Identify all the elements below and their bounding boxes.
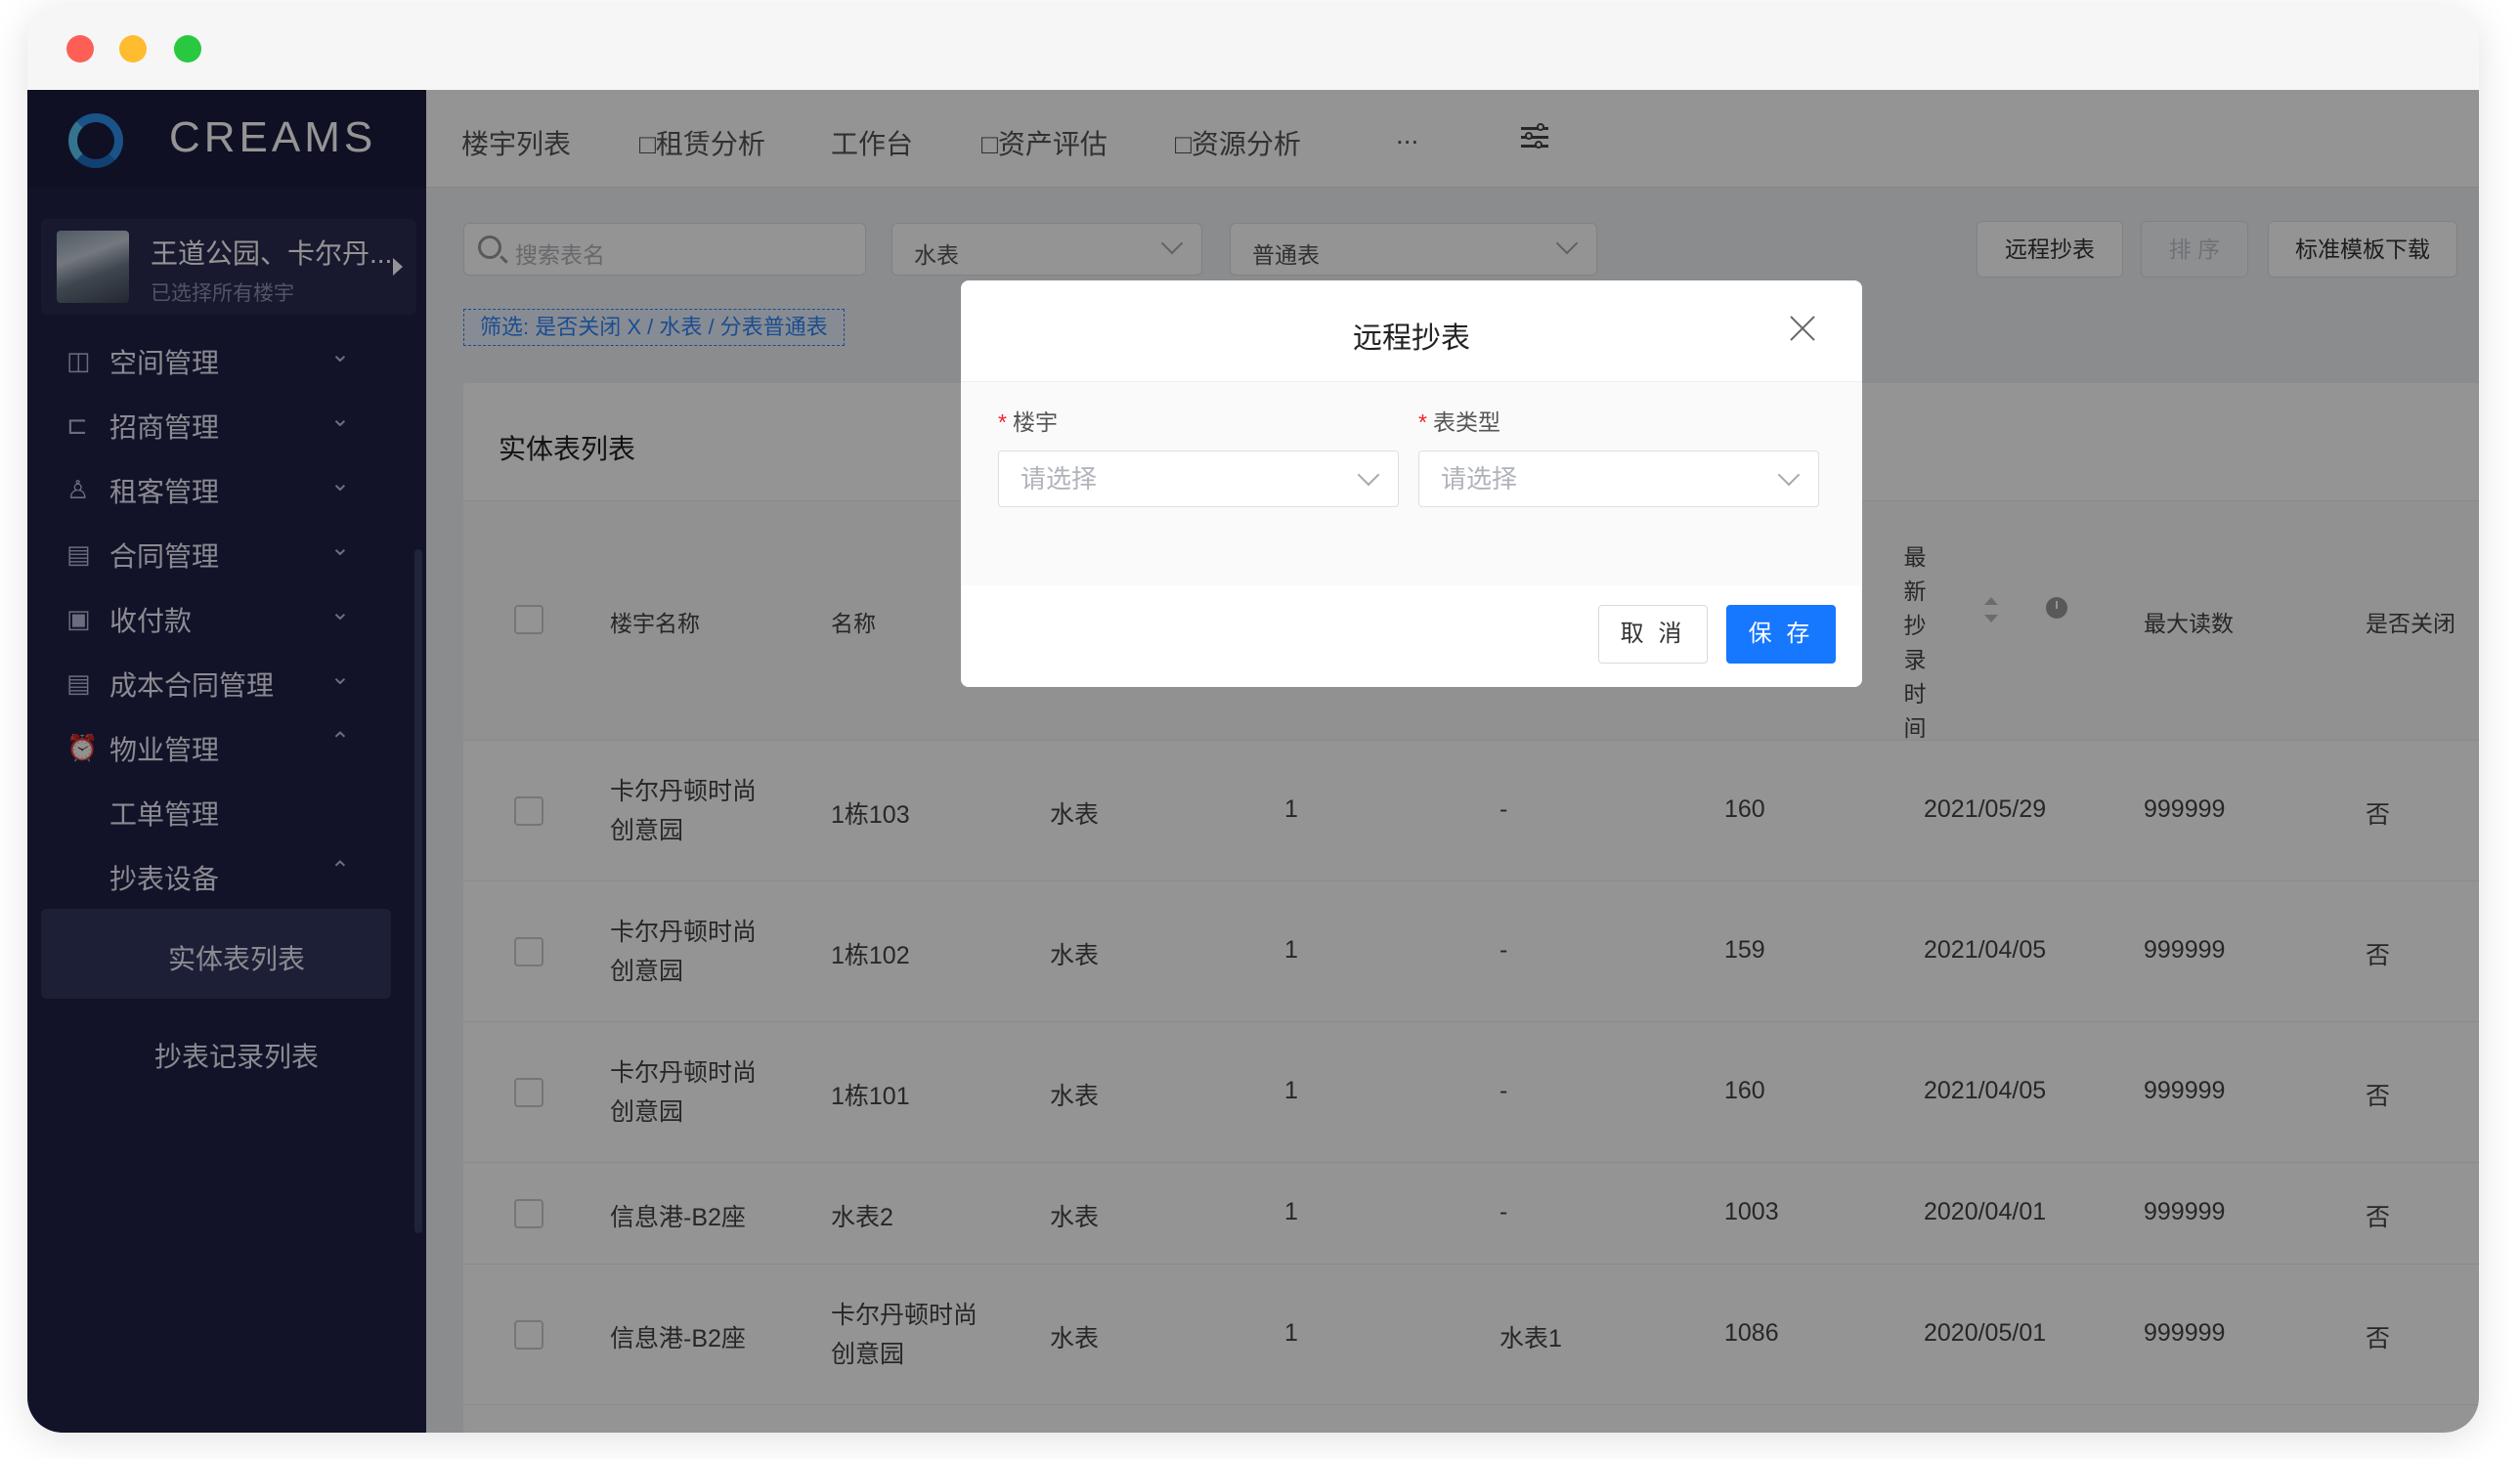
required-mark: * bbox=[998, 409, 1007, 435]
app-body: CREAMS 王道公园、卡尔丹... 已选择所有楼宇 ◫ 空间管理 ⌄ ⊏ 招商… bbox=[27, 90, 2479, 1433]
modal-footer: 取 消 保 存 bbox=[961, 585, 1862, 687]
building-field-label: * 楼宇 bbox=[998, 404, 1058, 437]
close-window-button[interactable] bbox=[66, 35, 94, 63]
modal-header: 远程抄表 bbox=[961, 280, 1862, 382]
cancel-button[interactable]: 取 消 bbox=[1598, 605, 1708, 664]
modal-title: 远程抄表 bbox=[1353, 322, 1470, 355]
meter-type-modal-select[interactable]: 请选择 bbox=[1418, 451, 1819, 507]
minimize-window-button[interactable] bbox=[119, 35, 147, 63]
required-mark: * bbox=[1418, 409, 1427, 435]
meter-type-field-label: * 表类型 bbox=[1418, 404, 1500, 437]
modal-body: * 楼宇 请选择 * 表类型 请选择 bbox=[961, 382, 1862, 585]
building-select[interactable]: 请选择 bbox=[998, 451, 1399, 507]
building-select-placeholder: 请选择 bbox=[1021, 464, 1098, 493]
app-window: CREAMS 王道公园、卡尔丹... 已选择所有楼宇 ◫ 空间管理 ⌄ ⊏ 招商… bbox=[27, 6, 2479, 1433]
chevron-down-icon bbox=[1777, 463, 1801, 487]
remote-read-modal: 远程抄表 * 楼宇 请选择 * 表类型 请选择 取 消 保 存 bbox=[961, 280, 1862, 687]
meter-type-label-text: 表类型 bbox=[1432, 409, 1500, 435]
maximize-window-button[interactable] bbox=[174, 35, 201, 63]
close-icon[interactable] bbox=[1790, 316, 1815, 341]
meter-type-select-placeholder: 请选择 bbox=[1441, 464, 1518, 493]
save-button[interactable]: 保 存 bbox=[1726, 605, 1836, 664]
chevron-down-icon bbox=[1357, 463, 1380, 487]
window-titlebar bbox=[27, 6, 2479, 90]
building-label-text: 楼宇 bbox=[1012, 409, 1058, 435]
